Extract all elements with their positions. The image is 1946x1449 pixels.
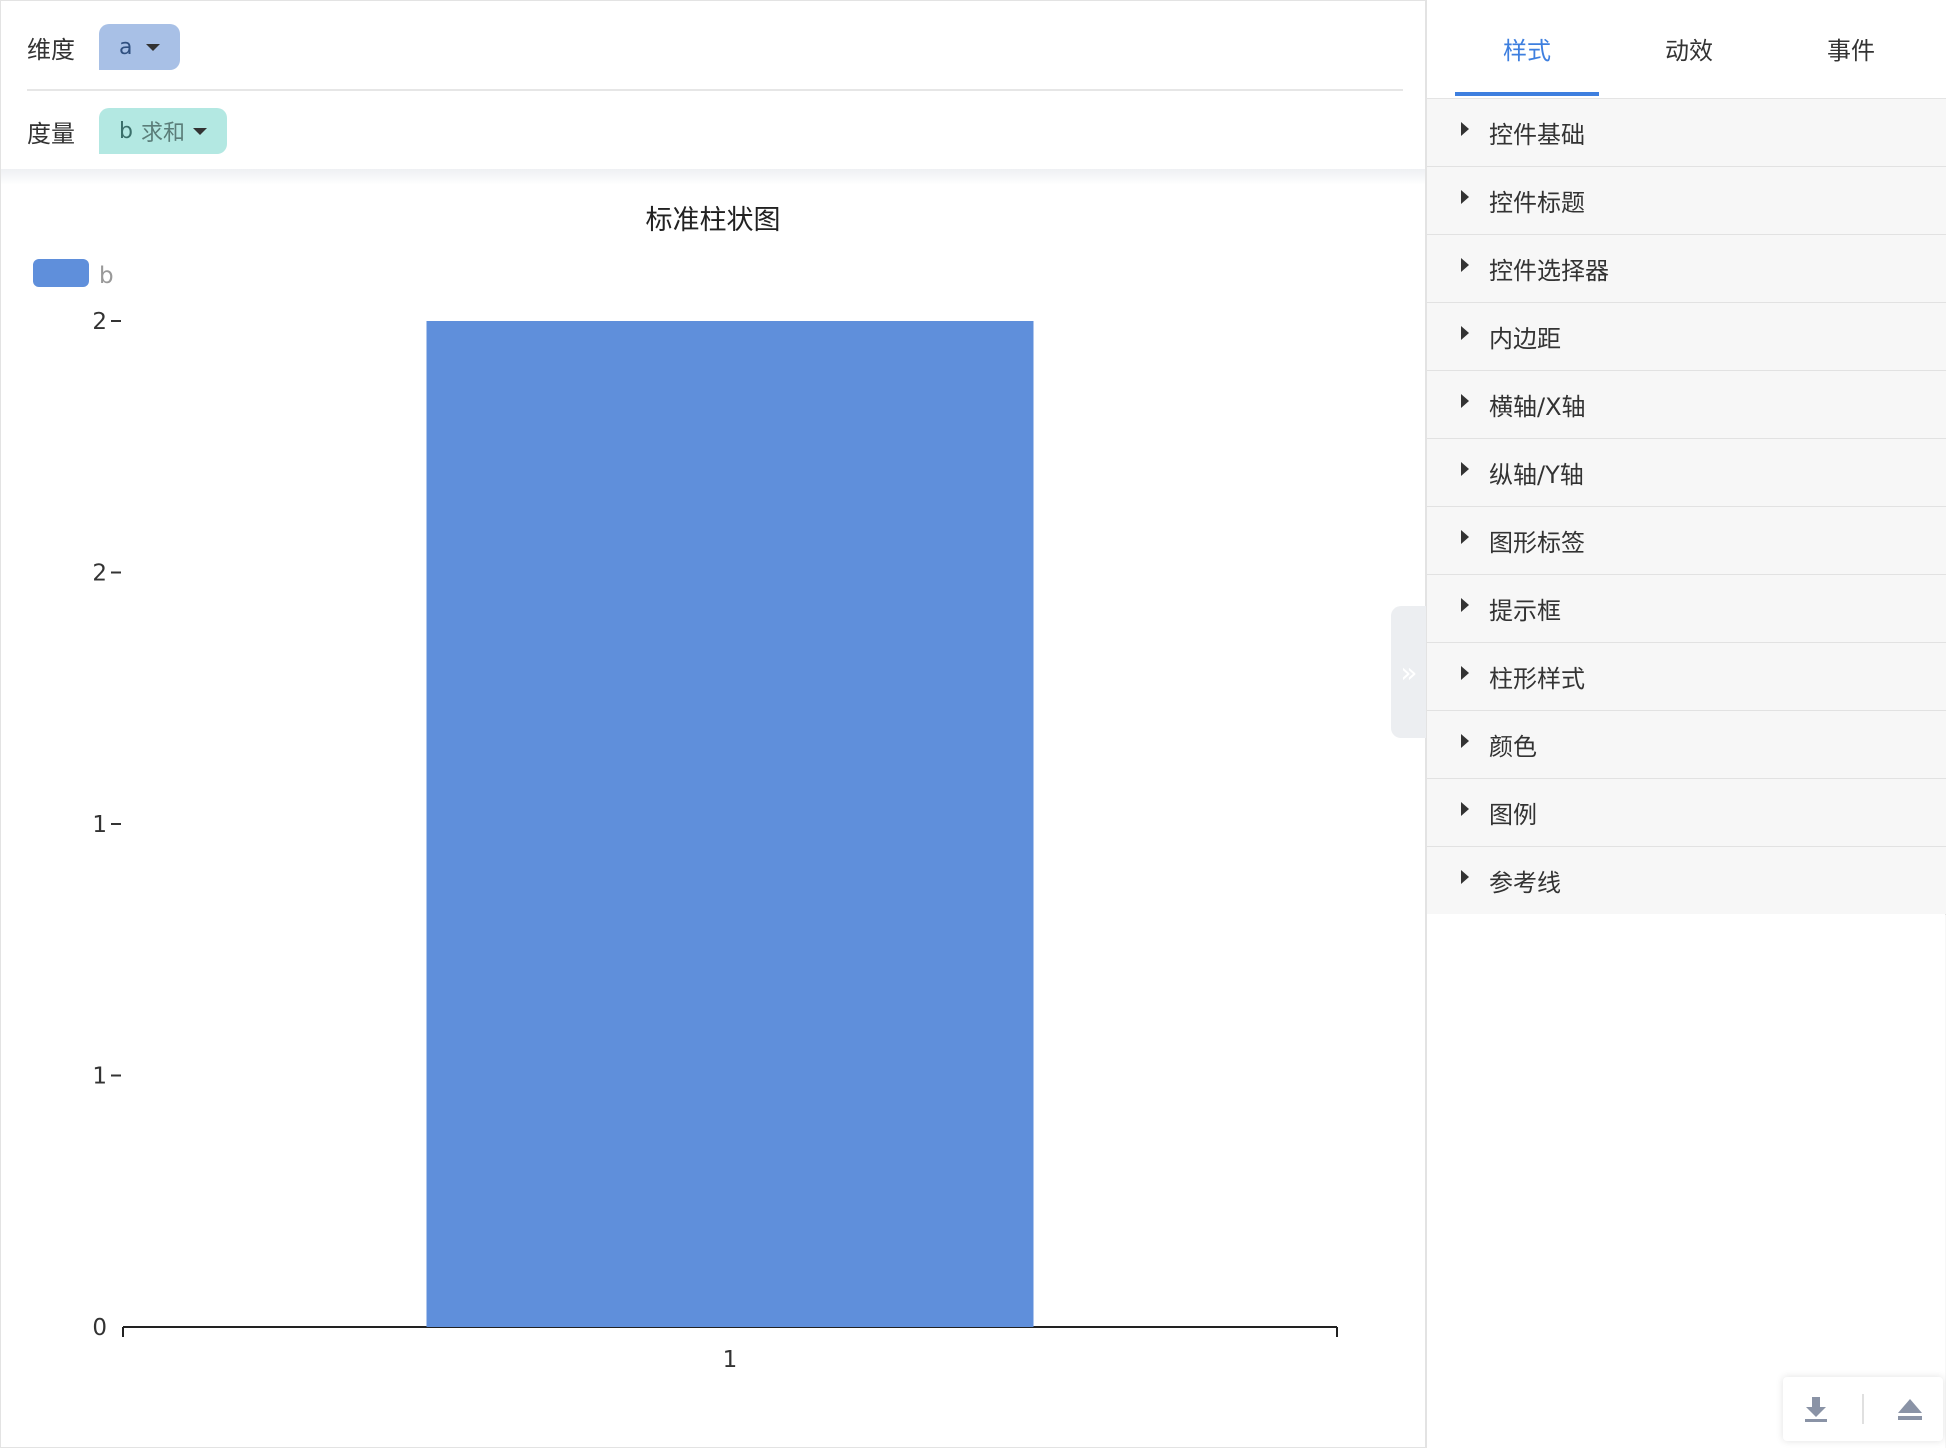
dimension-field-name: a (119, 34, 133, 60)
section-padding[interactable]: 内边距 (1427, 303, 1946, 371)
measure-field-pill[interactable]: b 求和 (99, 108, 227, 154)
caret-right-icon (1461, 869, 1469, 884)
caret-right-icon (1461, 597, 1469, 612)
caret-right-icon (1461, 121, 1469, 136)
section-y-axis[interactable]: 纵轴/Y轴 (1427, 439, 1946, 507)
dimension-label: 维度 (27, 35, 75, 64)
tab-animation[interactable]: 动效 (1617, 0, 1761, 96)
caret-right-icon (1461, 257, 1469, 272)
measure-row: 度量 b 求和 (27, 89, 227, 173)
caret-down-icon (192, 127, 207, 135)
y-tick-label: 2 (92, 561, 107, 587)
download-icon (1805, 1397, 1827, 1422)
caret-right-icon (1461, 665, 1469, 680)
chart-title: 标准柱状图 (646, 205, 781, 236)
section-legend[interactable]: 图例 (1427, 779, 1946, 847)
section-widget-basic[interactable]: 控件基础 (1427, 99, 1946, 167)
caret-right-icon (1461, 189, 1469, 204)
plot-area: 0 1 1 2 2 1 (92, 309, 1338, 1373)
toolbar-divider (1862, 1394, 1864, 1424)
section-label: 柱形样式 (1489, 665, 1585, 693)
bar (426, 321, 1034, 1327)
measure-label: 度量 (27, 119, 75, 148)
settings-panel: 样式 动效 事件 控件基础 控件标题 控件选择器 内边距 横轴/X轴 纵轴/Y轴… (1426, 0, 1946, 1448)
section-graphic-label[interactable]: 图形标签 (1427, 507, 1946, 575)
caret-right-icon (1461, 733, 1469, 748)
section-label: 颜色 (1489, 733, 1537, 761)
section-bar-style[interactable]: 柱形样式 (1427, 643, 1946, 711)
toolbar-shadow (1, 169, 1425, 185)
section-label: 图例 (1489, 801, 1537, 829)
chart-workspace: 维度 a 度量 b 求和 标准柱状图 b 0 1 1 2 2 1 » (0, 0, 1427, 1448)
caret-right-icon (1461, 801, 1469, 816)
dimension-field-pill[interactable]: a (99, 24, 181, 70)
collapse-panel-button[interactable]: » (1391, 606, 1427, 738)
bar-chart: 标准柱状图 b 0 1 1 2 2 1 (33, 205, 1338, 1373)
y-tick-label: 1 (92, 812, 107, 838)
section-reference-line[interactable]: 参考线 (1427, 847, 1946, 915)
bottom-toolbar (1783, 1377, 1943, 1441)
measure-aggregation: 求和 (140, 121, 185, 146)
eject-button[interactable] (1890, 1389, 1930, 1429)
legend-swatch[interactable] (33, 259, 89, 287)
caret-right-icon (1461, 393, 1469, 408)
eject-icon (1898, 1399, 1922, 1420)
section-x-axis[interactable]: 横轴/X轴 (1427, 371, 1946, 439)
caret-right-icon (1461, 325, 1469, 340)
section-label: 横轴/X轴 (1489, 393, 1586, 421)
dimension-row: 维度 a (27, 5, 1403, 91)
section-widget-title[interactable]: 控件标题 (1427, 167, 1946, 235)
download-button[interactable] (1796, 1389, 1836, 1429)
y-tick-label: 2 (92, 309, 107, 335)
section-label: 内边距 (1489, 325, 1561, 353)
panel-empty-area (1427, 914, 1945, 1448)
x-tick-label: 1 (723, 1347, 738, 1373)
legend-label[interactable]: b (99, 263, 114, 289)
double-chevron-right-icon: » (1400, 655, 1418, 689)
settings-sections: 控件基础 控件标题 控件选择器 内边距 横轴/X轴 纵轴/Y轴 图形标签 提示框… (1427, 99, 1946, 915)
y-tick-label: 1 (92, 1064, 107, 1090)
caret-down-icon (146, 43, 161, 51)
section-color[interactable]: 颜色 (1427, 711, 1946, 779)
tab-events[interactable]: 事件 (1779, 0, 1923, 96)
section-label: 控件选择器 (1489, 257, 1609, 285)
section-tooltip[interactable]: 提示框 (1427, 575, 1946, 643)
section-label: 提示框 (1489, 597, 1561, 625)
section-widget-selector[interactable]: 控件选择器 (1427, 235, 1946, 303)
caret-right-icon (1461, 461, 1469, 476)
measure-field-name: b (119, 118, 133, 144)
section-label: 控件基础 (1489, 121, 1585, 149)
y-tick-label: 0 (92, 1315, 107, 1341)
tab-style[interactable]: 样式 (1455, 0, 1599, 96)
section-label: 图形标签 (1489, 529, 1585, 557)
settings-tabs: 样式 动效 事件 (1427, 0, 1946, 99)
section-label: 参考线 (1489, 869, 1561, 897)
section-label: 控件标题 (1489, 189, 1585, 217)
section-label: 纵轴/Y轴 (1489, 461, 1584, 489)
caret-right-icon (1461, 529, 1469, 544)
